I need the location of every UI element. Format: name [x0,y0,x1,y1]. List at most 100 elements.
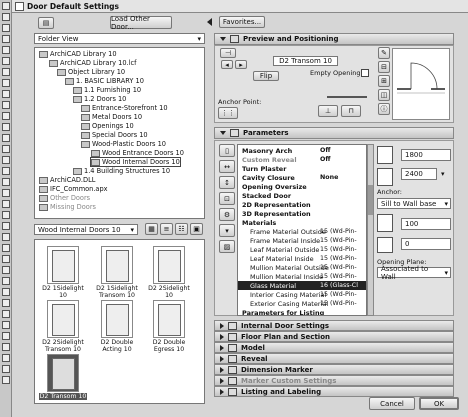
parameter-row[interactable]: Frame Material Inside 15 (Wd-Pin- [238,236,366,245]
ok-button[interactable]: OK [419,397,459,410]
mirror-left-icon[interactable]: ◂ [221,60,233,69]
param-arrow-icon[interactable]: ▾ [219,224,235,237]
mirror-controls[interactable]: ◂ ▸ [221,60,249,70]
view-door-3d-button[interactable]: ⊓ [341,105,361,117]
parameter-row[interactable]: Custom Reveal Off [238,155,366,164]
tree-item[interactable]: IFC_Common.apx [39,185,108,193]
door-thumbnail[interactable] [47,354,79,392]
tree-item[interactable]: ArchiCAD Library 10 [39,50,117,58]
tool-radial-icon[interactable] [1,200,10,208]
tool-detail-icon[interactable] [1,354,10,362]
tree-item[interactable]: Metal Doors 10 [81,113,142,121]
tree-item[interactable]: ArchiCAD Library 10.lcf [49,59,136,67]
collapsed-section[interactable]: Listing and Labeling [214,386,454,397]
tool-spline-icon[interactable] [1,288,10,296]
tool-curtain-icon[interactable] [1,156,10,164]
parameter-row[interactable]: Glass Material 16 (Glass-Cl [238,281,366,290]
parameter-row[interactable]: Turn Plaster [238,164,366,173]
tree-item[interactable]: Special Doors 10 [81,131,148,139]
parameter-list[interactable]: Masonry Arch Off Custom Reveal Off Turn Plas… [237,144,367,316]
empty-opening-checkbox[interactable] [361,69,369,77]
folder-select[interactable]: Wood Internal Doors 10 ▾ [34,224,138,235]
preview-elevation-icon[interactable]: ⊞ [378,75,390,87]
tool-beam-icon[interactable] [1,46,10,54]
param-height-icon[interactable]: ↕ [219,176,235,189]
tree-item[interactable]: Object Library 10 [57,68,125,76]
parameter-list-scrollbar[interactable] [367,144,374,316]
tool-angle-icon[interactable] [1,211,10,219]
view-mode-select[interactable]: Folder View ▾ [34,33,205,44]
parameter-row[interactable]: Masonry Arch Off [238,146,366,155]
scrollbar-thumb[interactable] [368,185,373,215]
preview-section-icon[interactable]: ⊟ [378,61,390,73]
view-details-button[interactable]: ☷ [175,223,188,235]
parameter-row[interactable]: Exterior Casing Material 15 (Wd-Pin- [238,299,366,308]
tool-level-icon[interactable] [1,189,10,197]
tree-item[interactable]: ArchiCAD.DLL [39,176,95,184]
parameter-row[interactable]: 3D Representation [238,209,366,218]
cancel-button[interactable]: Cancel [369,397,415,410]
param-width-icon[interactable]: ↔ [219,160,235,173]
door-thumbnail[interactable] [153,246,185,284]
tool-arc-icon[interactable] [1,266,10,274]
tool-column-icon[interactable] [1,35,10,43]
mirror-right-icon[interactable]: ▸ [235,60,247,69]
tool-section-icon[interactable] [1,332,10,340]
tree-item[interactable]: 1.4 Building Structures 10 [73,167,170,175]
section-parameters[interactable]: Parameters [214,127,454,139]
tree-item[interactable]: Wood Internal Doors 10 [90,157,181,167]
preview-3d-icon[interactable]: ◫ [378,89,390,101]
tree-item[interactable]: 1.2 Doors 10 [73,95,126,103]
tool-slab-icon[interactable] [1,57,10,65]
favorites-button[interactable]: Favorites... [219,16,265,28]
tool-hotspot-icon[interactable] [1,299,10,307]
tree-item[interactable]: Openings 10 [81,122,134,130]
param-door-icon[interactable]: ▯ [219,144,235,157]
tree-item[interactable]: Entrance-Storefront 10 [81,104,168,112]
parameter-row[interactable]: Interior Casing Material 15 (Wd-Pin- [238,290,366,299]
tree-item[interactable]: Wood-Plastic Doors 10 [81,140,166,148]
anchor-select[interactable]: Sill to Wall base ▾ [377,198,451,209]
tool-fill-icon[interactable] [1,244,10,252]
tool-roof-icon[interactable] [1,68,10,76]
parameter-row[interactable]: Materials [238,218,366,227]
tree-item[interactable]: 1. BASIC LIBRARY 10 [65,77,144,85]
tool-skylight-icon[interactable] [1,167,10,175]
tool-dimension-icon[interactable] [1,178,10,186]
tool-zone-icon[interactable] [1,145,10,153]
tool-marquee-icon[interactable] [1,13,10,21]
parameter-row[interactable]: Leaf Material Inside 15 (Wd-Pin- [238,254,366,263]
parameter-row[interactable]: 2D Representation [238,200,366,209]
tool-wall-icon[interactable] [1,24,10,32]
parameter-row[interactable]: Mullion Material Inside 15 (Wd-Pin- [238,272,366,281]
library-tree[interactable]: ArchiCAD Library 10 ArchiCAD Library 10.l… [34,47,205,219]
door-thumbnail[interactable] [101,246,133,284]
window-close-icon[interactable] [15,1,24,11]
library-manager-button[interactable]: ▤ [38,17,54,29]
collapsed-section[interactable]: Reveal [214,353,454,364]
collapsed-section[interactable]: Floor Plan and Section [214,331,454,342]
collapsed-section[interactable]: Dimension Marker [214,364,454,375]
param-settings-icon[interactable]: ⚙ [219,208,235,221]
view-preview-button[interactable]: ▣ [190,223,203,235]
tool-object-icon[interactable] [1,112,10,120]
tool-elevation-icon[interactable] [1,343,10,351]
view-door-2d-button[interactable]: ⊥ [318,105,338,117]
height-dropdown-chevron-icon[interactable]: ▾ [441,170,445,178]
sill-height-field[interactable]: 100 [401,218,451,230]
tool-polyline-icon[interactable] [1,277,10,285]
tool-lamp-icon[interactable] [1,123,10,131]
view-list-button[interactable]: ≡ [160,223,173,235]
tool-camera-icon[interactable] [1,321,10,329]
collapsed-section[interactable]: Internal Door Settings [214,320,454,331]
parameter-row[interactable]: Opening Oversize [238,182,366,191]
offset-field[interactable]: 0 [401,238,451,250]
tree-item[interactable]: Other Doors [39,194,90,202]
tool-stair-icon[interactable] [1,134,10,142]
opening-plane-select[interactable]: Associated to Wall ▾ [377,265,451,281]
parameter-row[interactable]: Parameters for Listing [238,308,366,316]
width-field[interactable]: 1800 [401,149,451,161]
parameter-row[interactable]: Cavity Closure None [238,173,366,182]
section-preview-positioning[interactable]: Preview and Positioning [214,33,454,45]
tree-item[interactable]: Missing Doors [39,203,96,211]
